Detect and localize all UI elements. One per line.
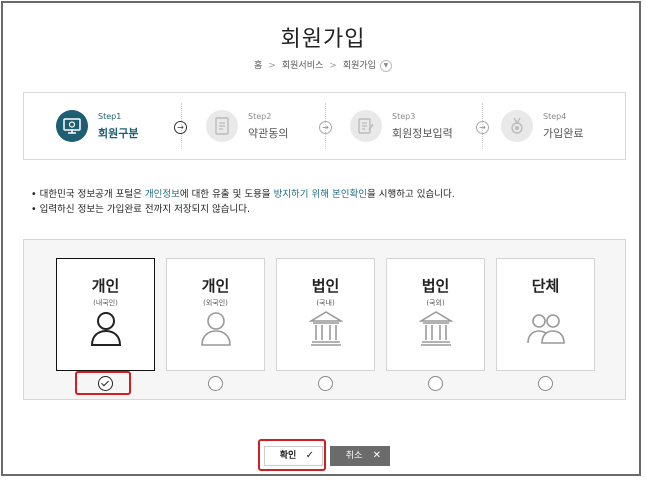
member-type-card-domestic-corporation[interactable]: 법인 (국내)	[276, 258, 375, 371]
card-subtitle: (외국인)	[203, 299, 228, 307]
radio-foreign-individual[interactable]	[208, 376, 223, 391]
notice-line: • 입력하신 정보는 가입완료 전까지 저장되지 않습니다.	[31, 201, 455, 216]
notice-highlight: 개인정보	[144, 189, 180, 200]
notice-text-part: 입력하신 정보는 가입완료 전까지 저장되지 않습니다.	[39, 204, 251, 215]
bullet: •	[31, 189, 37, 200]
monitor-icon	[56, 110, 88, 142]
step-divider	[482, 103, 483, 149]
person-icon	[90, 312, 122, 346]
card-title: 개인	[91, 277, 120, 295]
building-icon	[419, 311, 453, 346]
cancel-button-label: 취소	[345, 451, 363, 461]
step-number: Step3	[392, 112, 416, 121]
notice-text-part: 에 대한 유출 및 도용을	[179, 189, 274, 200]
member-type-card-domestic-individual[interactable]: 개인 (내국인)	[56, 258, 155, 371]
step-label: 회원구분	[98, 127, 139, 140]
chevron-down-icon[interactable]: ▼	[379, 59, 392, 72]
card-title: 개인	[201, 277, 230, 295]
radio-foreign-corporation[interactable]	[428, 376, 443, 391]
step-divider	[325, 103, 326, 149]
document-icon	[206, 110, 238, 142]
building-icon	[309, 311, 343, 346]
medal-icon	[501, 110, 533, 142]
card-subtitle: (내국인)	[93, 299, 118, 307]
highlight-box	[258, 439, 326, 471]
breadcrumb-home[interactable]: 홈	[254, 61, 262, 71]
notice-text: • 대한민국 정보공개 포털은 개인정보에 대한 유출 및 도용을 방지하기 위…	[31, 186, 455, 216]
notice-text-part: 을 시행하고 있습니다.	[367, 189, 455, 200]
page-title: 회원가입	[280, 27, 366, 52]
card-title: 법인	[311, 277, 340, 295]
bullet: •	[31, 204, 37, 215]
person-icon	[201, 312, 231, 346]
radio-group[interactable]	[538, 376, 553, 391]
breadcrumb-separator: >	[329, 61, 337, 71]
close-icon: ✕	[372, 450, 381, 461]
step-number: Step2	[248, 112, 272, 121]
card-title: 법인	[421, 277, 450, 295]
cancel-button[interactable]: 취소 ✕	[330, 446, 390, 466]
step-label: 약관동의	[248, 127, 289, 140]
card-subtitle: (국내)	[316, 299, 335, 307]
breadcrumb-separator: >	[268, 61, 276, 71]
breadcrumb: 홈 > 회원서비스 > 회원가입 ▼	[3, 58, 643, 72]
member-type-card-foreign-corporation[interactable]: 법인 (국외)	[386, 258, 485, 371]
breadcrumb-member-service[interactable]: 회원서비스	[282, 61, 323, 71]
step-number: Step4	[543, 112, 567, 121]
notice-text-part: 대한민국 정보공개 포털은	[39, 189, 145, 200]
page-frame: 회원가입 홈 > 회원서비스 > 회원가입 ▼ Step1 회원구분 → Step2 약관…	[1, 1, 641, 476]
step-number: Step1	[98, 112, 122, 121]
form-icon	[350, 110, 382, 142]
step-divider	[181, 103, 182, 149]
group-icon	[527, 314, 565, 344]
member-type-card-group[interactable]: 단체	[496, 258, 595, 371]
step-label: 회원정보입력	[392, 127, 453, 140]
step-label: 가입완료	[543, 127, 584, 140]
radio-domestic-corporation[interactable]	[318, 376, 333, 391]
member-type-card-foreign-individual[interactable]: 개인 (외국인)	[166, 258, 265, 371]
notice-highlight: 방지하기 위해 본인확인	[273, 189, 368, 200]
notice-line: • 대한민국 정보공개 포털은 개인정보에 대한 유출 및 도용을 방지하기 위…	[31, 186, 455, 201]
card-title: 단체	[531, 277, 560, 295]
breadcrumb-signup[interactable]: 회원가입	[343, 61, 376, 71]
card-subtitle: (국외)	[426, 299, 445, 307]
highlight-box	[75, 371, 131, 395]
step-indicator: Step1 회원구분 → Step2 약관동의 → Step3 회원정보입력 →	[23, 92, 626, 160]
